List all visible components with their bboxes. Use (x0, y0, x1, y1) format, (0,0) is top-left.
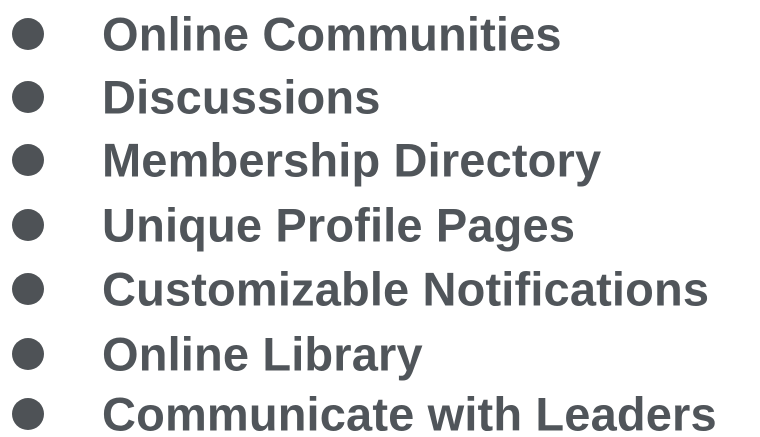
feature-item-online-communities: Online Communities (0, 3, 760, 65)
feature-label: Unique Profile Pages (102, 198, 576, 252)
feature-item-unique-profile-pages: Unique Profile Pages (0, 194, 760, 256)
feature-item-online-library: Online Library (0, 323, 760, 385)
feature-list: Online Communities Discussions Membershi… (0, 0, 760, 437)
feature-label: Communicate with Leaders (102, 387, 717, 437)
bullet-dot-icon (12, 398, 44, 430)
feature-label: Discussions (102, 70, 381, 124)
bullet-dot-icon (12, 273, 44, 305)
bullet-dot-icon (12, 338, 44, 370)
feature-item-discussions: Discussions (0, 66, 760, 128)
feature-label: Online Library (102, 327, 423, 381)
feature-item-customizable-notifications: Customizable Notifications (0, 258, 760, 320)
feature-item-membership-directory: Membership Directory (0, 129, 760, 191)
bullet-dot-icon (12, 18, 44, 50)
feature-label: Membership Directory (102, 133, 602, 187)
bullet-dot-icon (12, 209, 44, 241)
feature-item-communicate-with-leaders: Communicate with Leaders (0, 383, 760, 437)
feature-label: Online Communities (102, 7, 562, 61)
bullet-dot-icon (12, 144, 44, 176)
bullet-dot-icon (12, 81, 44, 113)
feature-label: Customizable Notifications (102, 262, 710, 316)
